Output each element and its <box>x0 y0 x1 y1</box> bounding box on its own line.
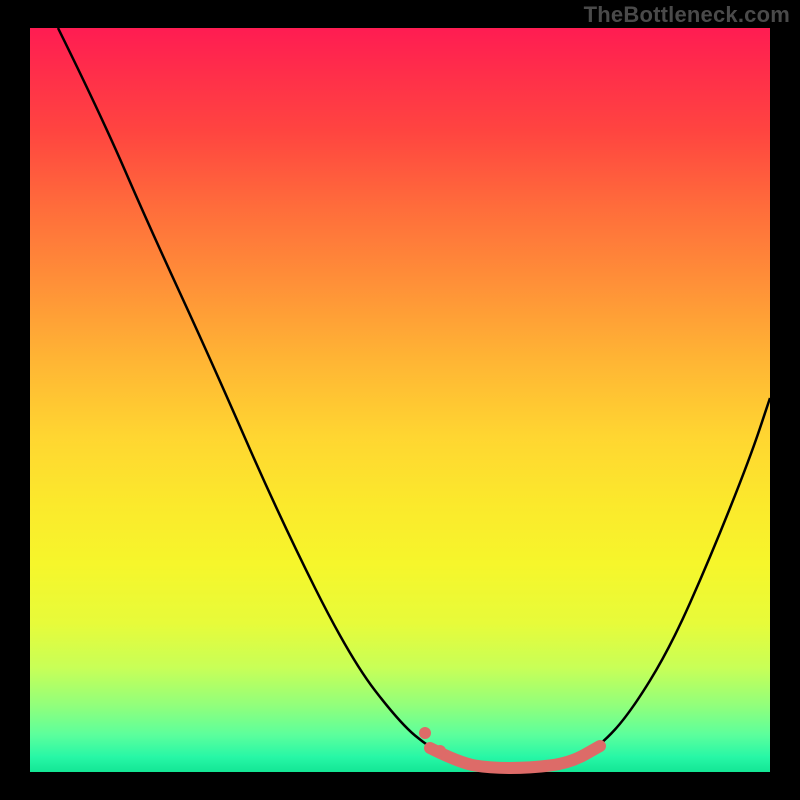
plot-area <box>30 28 770 772</box>
highlight-dot <box>419 727 431 739</box>
chart-frame: TheBottleneck.com <box>0 0 800 800</box>
curve-svg <box>30 28 770 772</box>
watermark-text: TheBottleneck.com <box>584 2 790 28</box>
highlight-dot <box>434 745 446 757</box>
main-curve-path <box>58 28 770 768</box>
highlight-segment <box>430 746 600 768</box>
